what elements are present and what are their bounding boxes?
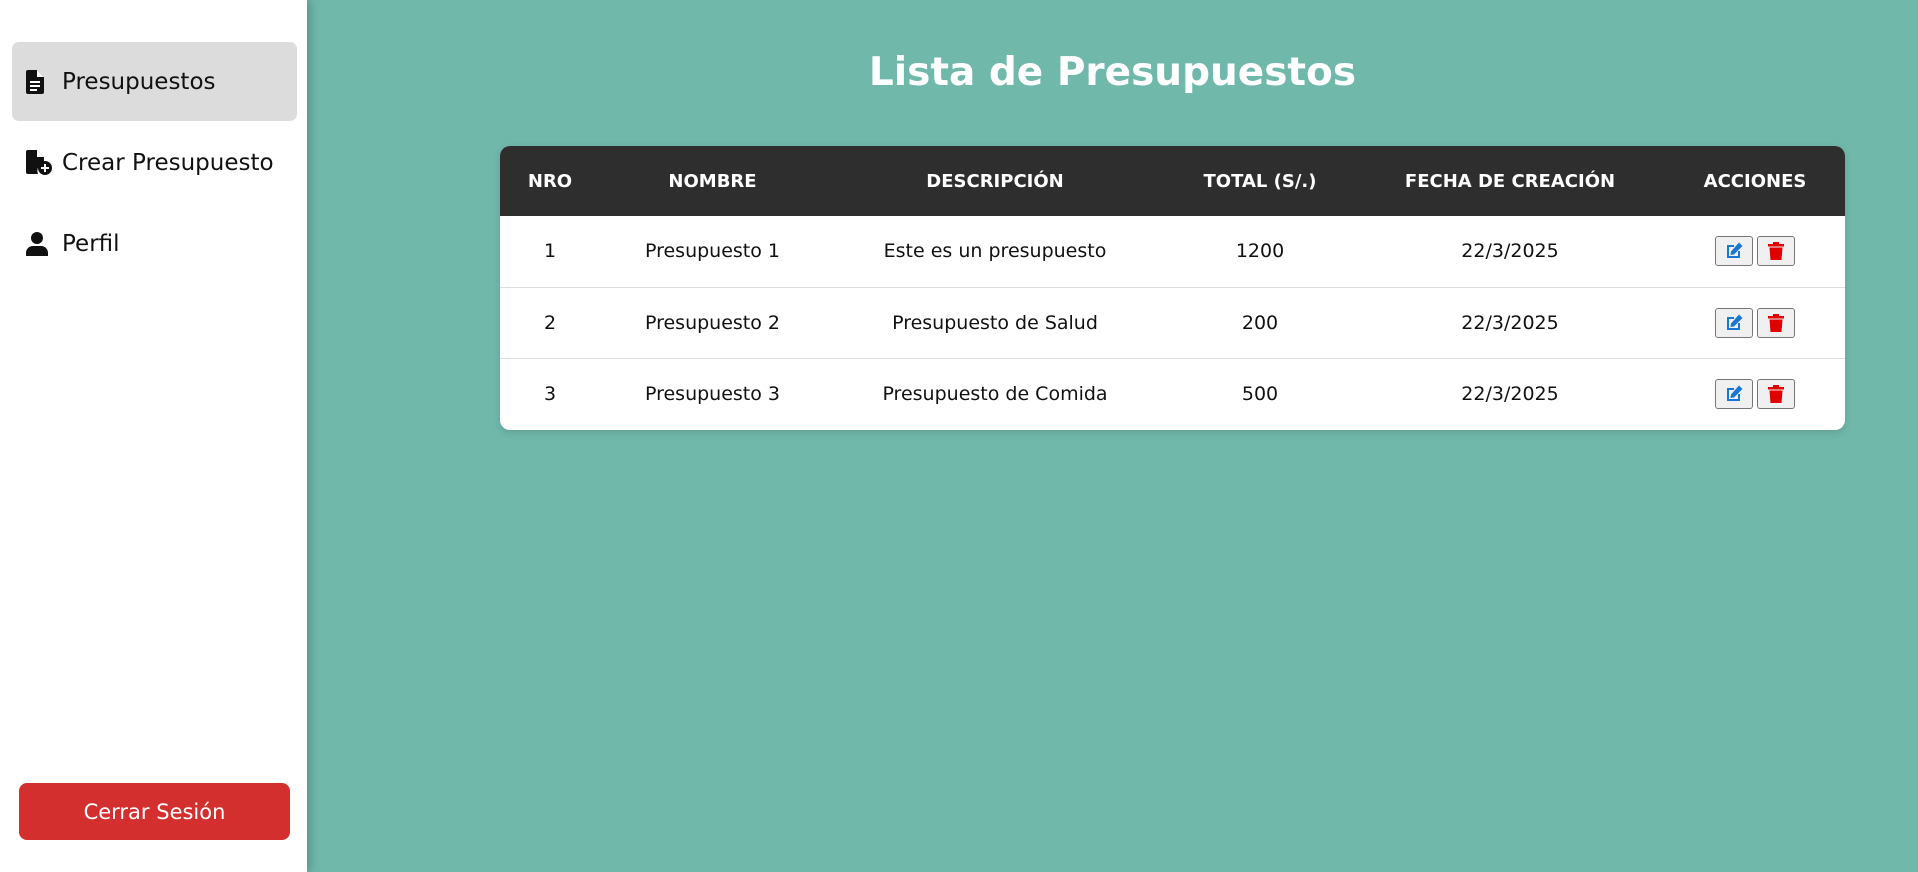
table-row: 1 Presupuesto 1 Este es un presupuesto 1… <box>500 216 1845 287</box>
sidebar-item-presupuestos[interactable]: Presupuestos <box>12 42 297 121</box>
cell-nro: 3 <box>543 382 557 405</box>
cell-fecha: 22/3/2025 <box>1461 240 1559 263</box>
sidebar-item-crear-presupuesto[interactable]: Crear Presupuesto <box>12 123 297 202</box>
column-header-total: TOTAL (S/.) <box>1203 170 1317 192</box>
cell-acciones <box>1665 358 1845 429</box>
table-row: 3 Presupuesto 3 Presupuesto de Comida 50… <box>500 358 1845 429</box>
cell-total: 500 <box>1241 382 1279 405</box>
delete-button[interactable] <box>1757 236 1795 267</box>
sidebar-item-label: Perfil <box>62 230 120 257</box>
delete-button[interactable] <box>1757 307 1795 338</box>
file-lines-icon <box>26 68 56 96</box>
user-icon <box>26 230 56 258</box>
cell-descripcion: Presupuesto de Salud <box>892 311 1098 334</box>
edit-button[interactable] <box>1715 236 1753 267</box>
cell-total: 200 <box>1241 311 1279 334</box>
table-row: 2 Presupuesto 2 Presupuesto de Salud 200… <box>500 287 1845 358</box>
cell-nombre: Presupuesto 2 <box>644 311 781 334</box>
logout-button[interactable]: Cerrar Sesión <box>19 783 290 840</box>
cell-nombre: Presupuesto 3 <box>644 382 781 405</box>
table-header-row: NRO NOMBRE DESCRIPCIÓN TOTAL (S/.) FECHA… <box>500 146 1845 216</box>
column-header-descripcion: DESCRIPCIÓN <box>926 170 1064 192</box>
edit-button[interactable] <box>1715 307 1753 338</box>
cell-fecha: 22/3/2025 <box>1461 311 1559 334</box>
trash-icon <box>1768 384 1784 403</box>
edit-icon <box>1727 242 1743 259</box>
edit-icon <box>1727 385 1743 401</box>
budgets-table: NRO NOMBRE DESCRIPCIÓN TOTAL (S/.) FECHA… <box>500 146 1845 430</box>
sidebar-item-perfil[interactable]: Perfil <box>12 204 297 283</box>
cell-nro: 1 <box>543 240 557 263</box>
sidebar-item-label: Crear Presupuesto <box>62 149 274 176</box>
delete-button[interactable] <box>1757 378 1795 409</box>
column-header-nombre: NOMBRE <box>668 170 757 192</box>
sidebar-item-label: Presupuestos <box>62 68 216 95</box>
file-circle-plus-icon <box>26 149 56 177</box>
cell-acciones <box>1665 216 1845 287</box>
cell-nombre: Presupuesto 1 <box>644 240 781 263</box>
page-title: Lista de Presupuestos <box>868 50 1357 95</box>
cell-fecha: 22/3/2025 <box>1461 382 1559 405</box>
cell-acciones <box>1665 287 1845 358</box>
trash-icon <box>1768 242 1784 261</box>
edit-button[interactable] <box>1715 378 1753 409</box>
sidebar: Presupuestos Crear Presupuesto Perfil Ce… <box>0 0 307 872</box>
cell-descripcion: Este es un presupuesto <box>883 240 1107 263</box>
column-header-nro: NRO <box>527 170 573 192</box>
cell-nro: 2 <box>543 311 557 334</box>
column-header-fecha: FECHA DE CREACIÓN <box>1404 170 1616 192</box>
column-header-acciones: ACCIONES <box>1703 170 1807 192</box>
trash-icon <box>1768 313 1784 332</box>
edit-icon <box>1727 314 1743 330</box>
cell-descripcion: Presupuesto de Comida <box>882 382 1108 405</box>
cell-total: 1200 <box>1235 240 1285 263</box>
